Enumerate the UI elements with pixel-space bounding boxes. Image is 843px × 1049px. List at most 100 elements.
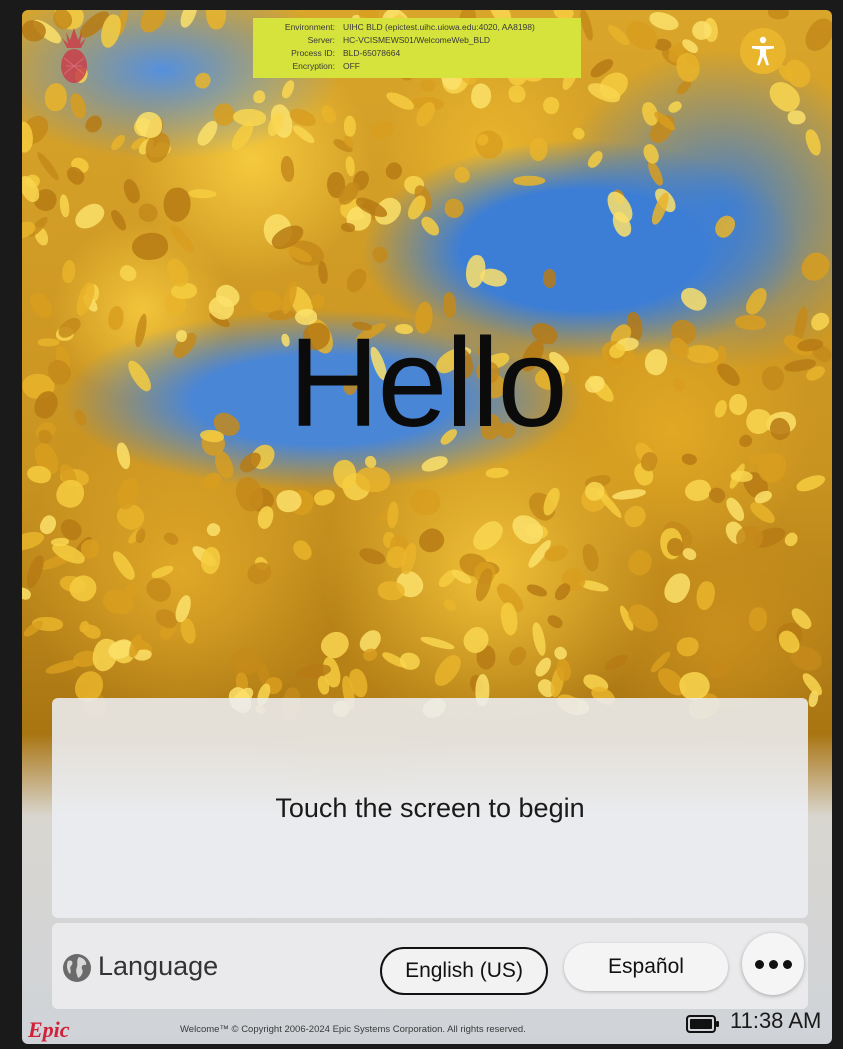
leaf-texture [796, 247, 832, 287]
leaf-texture [464, 254, 487, 290]
more-icon [754, 959, 764, 969]
touch-to-begin-card[interactable]: Touch the screen to begin [52, 698, 808, 918]
leaf-texture [420, 79, 436, 92]
leaf-texture [162, 529, 181, 547]
leaf-texture [623, 599, 664, 637]
env-label: Server: [307, 35, 335, 45]
leaf-texture [418, 214, 443, 239]
leaf-texture [357, 544, 388, 568]
leaf-texture [508, 84, 526, 103]
leaf-texture [166, 221, 197, 255]
welcome-screen[interactable]: Environment: UIHC BLD (epictest.uihc.uio… [22, 10, 832, 1044]
environment-banner: Environment: UIHC BLD (epictest.uihc.uio… [253, 18, 581, 78]
leaf-texture [120, 177, 143, 206]
leaf-texture [344, 155, 356, 177]
env-row-process-id: Process ID: BLD-65078664 [259, 47, 575, 60]
leaf-texture [802, 127, 824, 158]
leaf-texture [722, 494, 748, 524]
leaf-texture [602, 651, 630, 673]
env-value: HC-VCISMEWS01/WelcomeWeb_BLD [343, 35, 491, 45]
espanol-button[interactable]: Español [564, 943, 728, 991]
leaf-texture [543, 269, 556, 289]
leaf-texture [289, 536, 317, 564]
leaf-texture [108, 132, 128, 153]
leaf-texture [142, 574, 175, 606]
leaf-texture [611, 487, 647, 502]
leaf-texture [107, 207, 129, 233]
leaf-texture [485, 466, 509, 479]
leaf-texture [429, 650, 466, 691]
more-options-button[interactable] [742, 933, 804, 995]
leaf-texture [441, 596, 459, 614]
leaf-texture [399, 652, 422, 671]
leaf-texture [451, 162, 474, 186]
accessibility-button[interactable] [740, 28, 786, 74]
leaf-texture [788, 110, 806, 125]
leaf-texture [291, 123, 317, 146]
leaf-texture [659, 569, 695, 607]
leaf-texture [80, 539, 101, 560]
leaf-texture [23, 553, 47, 591]
env-value: UIHC BLD (epictest.uihc.uiowa.edu:4020, … [343, 22, 535, 32]
leaf-texture [315, 260, 329, 285]
leaf-texture [311, 486, 337, 509]
leaf-texture [177, 10, 200, 31]
accessibility-icon [752, 36, 774, 66]
leaf-texture [150, 562, 176, 581]
leaf-texture [340, 222, 355, 233]
leaf-texture [342, 115, 357, 138]
leaf-texture [135, 10, 170, 37]
leaf-texture [706, 657, 734, 681]
leaf-texture [203, 10, 227, 31]
leaf-texture [580, 543, 601, 574]
leaf-texture [711, 211, 740, 241]
leaf-texture [382, 159, 406, 183]
leaf-texture [280, 78, 297, 100]
leaf-texture [641, 141, 661, 166]
leaf-texture [22, 585, 33, 602]
leaf-texture [624, 545, 657, 580]
language-label: Language [98, 951, 219, 981]
more-icon [768, 959, 778, 969]
leaf-texture [162, 186, 191, 223]
leaf-texture [524, 582, 549, 599]
leaf-texture [408, 487, 442, 517]
leaf-texture [385, 500, 400, 529]
leaf-texture [279, 155, 296, 184]
env-row-environment: Environment: UIHC BLD (epictest.uihc.uio… [259, 21, 575, 34]
leaf-texture [44, 83, 67, 112]
env-value: BLD-65078664 [343, 48, 401, 58]
env-label: Encryption: [292, 61, 335, 71]
leaf-texture [676, 636, 700, 657]
leaf-texture [419, 453, 449, 475]
leaf-texture [252, 89, 266, 104]
leaf-texture [138, 202, 160, 224]
hello-heading: Hello [288, 312, 567, 453]
leaf-texture [80, 622, 103, 641]
env-label: Environment: [284, 22, 335, 32]
leaf-texture [545, 613, 565, 631]
leaf-texture [529, 138, 548, 162]
clock: 11:38 AM [730, 1008, 822, 1033]
leaf-texture [620, 502, 650, 532]
pineapple-icon [61, 28, 87, 83]
leaf-texture [108, 547, 139, 583]
leaf-texture [767, 10, 790, 20]
leaf-texture [504, 643, 529, 669]
copyright-text: Welcome™ © Copyright 2006-2024 Epic Syst… [180, 1024, 526, 1035]
leaf-texture [383, 88, 416, 113]
leaf-texture [540, 485, 563, 518]
leaf-texture [129, 230, 169, 263]
leaf-texture [57, 193, 71, 218]
english-us-button[interactable]: English (US) [380, 947, 548, 995]
leaf-texture [413, 523, 449, 558]
leaf-texture [204, 520, 224, 540]
touch-prompt-text: Touch the screen to begin [275, 792, 585, 823]
leaf-texture [135, 111, 163, 138]
leaf-texture [469, 124, 509, 164]
leaf-texture [602, 187, 638, 226]
leaf-texture [513, 176, 546, 187]
leaf-texture [317, 102, 339, 126]
leaf-texture [67, 91, 88, 121]
leaf-texture [249, 289, 282, 313]
